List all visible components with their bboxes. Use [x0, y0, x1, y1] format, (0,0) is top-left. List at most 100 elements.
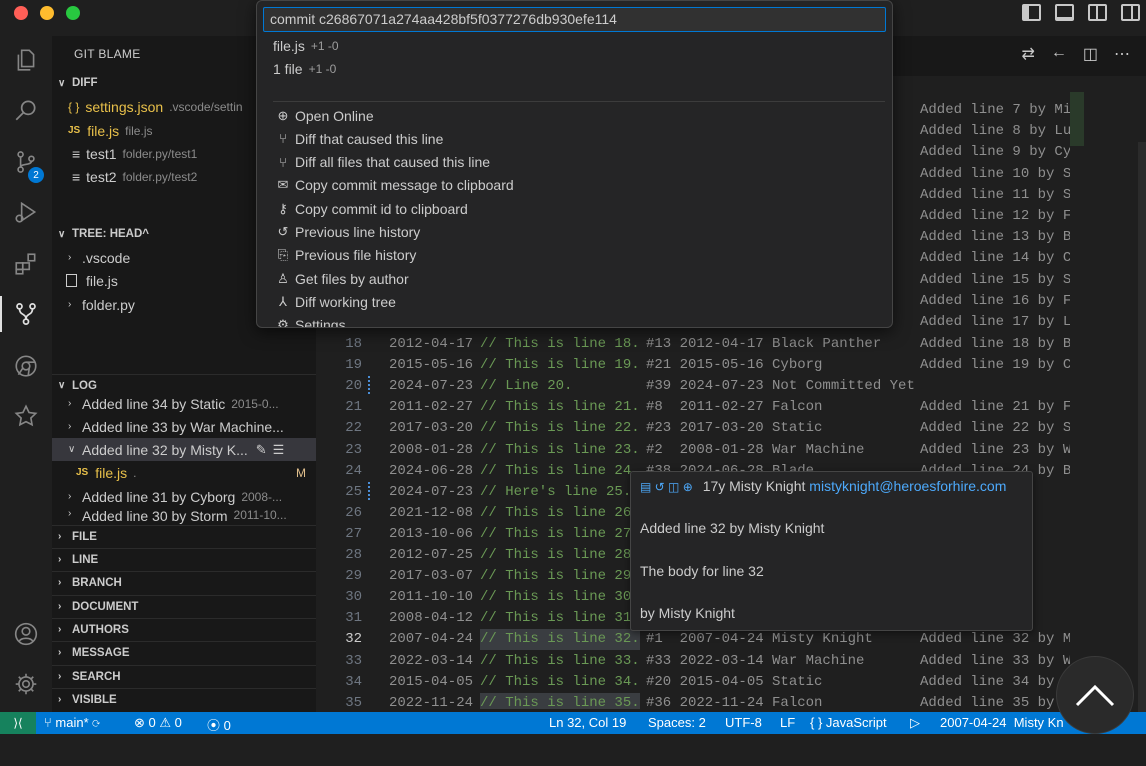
- chevron-down-icon: ∨: [58, 77, 66, 89]
- palette-separator: [273, 101, 885, 102]
- toggle-panel-icon[interactable]: [1055, 4, 1074, 21]
- gear-icon: ⚙: [277, 317, 289, 328]
- customize-layout-icon[interactable]: [1121, 4, 1140, 21]
- minimize-window-button[interactable]: [40, 6, 54, 20]
- line-date: 2024-07-23: [389, 378, 474, 395]
- search-icon[interactable]: [0, 86, 52, 134]
- go-back-icon[interactable]: ←: [1051, 44, 1067, 64]
- log-item-label: Added line 31 by Cyborg: [82, 488, 236, 505]
- quick-pick-palette: commit c26867071a274aa428bf5f0377276db93…: [256, 0, 893, 328]
- palette-action-item[interactable]: ⚙ Settings: [257, 314, 892, 328]
- annotation-text: Added line 9 by Cy: [920, 144, 1072, 161]
- close-window-button[interactable]: [14, 6, 28, 20]
- extensions-icon[interactable]: [0, 240, 52, 288]
- branch-status[interactable]: ⑂ main* ⟳: [44, 715, 100, 730]
- code-line[interactable]: 33 2022-03-14 // This is line 33. #33 2022-…: [316, 651, 1076, 672]
- globe-icon: ⊕: [277, 107, 289, 123]
- section-document[interactable]: › DOCUMENT: [52, 595, 316, 617]
- log-item[interactable]: › Added line 33 by War Machine...: [52, 415, 316, 438]
- section-authors[interactable]: › AUTHORS: [52, 618, 316, 640]
- hover-action-icons[interactable]: ▤ ↺ ◫ ⊕: [640, 480, 693, 494]
- palette-action-item[interactable]: ⎘ Previous file history: [257, 244, 892, 267]
- code-line[interactable]: 32 2007-04-24 // This is line 32. #1 2007-0…: [316, 629, 1076, 651]
- palette-action-item[interactable]: ⊕ Open Online: [257, 104, 892, 127]
- indentation[interactable]: Spaces: 2: [648, 715, 706, 730]
- edit-icon[interactable]: ✎: [256, 442, 267, 458]
- diff-item-name: file.js: [87, 122, 120, 139]
- log-item[interactable]: › Added line 30 by Storm 2011-10...: [52, 508, 316, 524]
- palette-file-row[interactable]: file.js +1 -0: [257, 34, 892, 57]
- remote-indicator-icon[interactable]: ⟩⟨: [0, 712, 36, 734]
- code-line[interactable]: 21 2011-02-27 // This is line 21. #8 2011-0…: [316, 397, 1076, 418]
- palette-action-item[interactable]: ⅄ Diff working tree: [257, 290, 892, 313]
- section-message[interactable]: › MESSAGE: [52, 641, 316, 663]
- encoding[interactable]: UTF-8: [725, 715, 762, 730]
- more-actions-icon[interactable]: ⋯: [1114, 44, 1130, 64]
- palette-action-item[interactable]: ⚷ Copy commit id to clipboard: [257, 197, 892, 220]
- inline-blame: #8 2011-02-27 Falcon: [646, 399, 823, 416]
- section-branch[interactable]: › BRANCH: [52, 571, 316, 593]
- toggle-primary-sidebar-icon[interactable]: [1022, 4, 1041, 21]
- section-file[interactable]: › FILE: [52, 525, 316, 547]
- palette-action-item[interactable]: ⑂ Diff all files that caused this line: [257, 151, 892, 174]
- language-mode[interactable]: { } JavaScript: [810, 715, 887, 730]
- blame-status[interactable]: 2007-04-24 Misty Kn: [940, 715, 1064, 730]
- star-icon[interactable]: [0, 392, 52, 440]
- hover-email-link[interactable]: mistyknight@heroesforhire.com: [809, 478, 1006, 494]
- inline-blame: #20 2015-04-05 Static: [646, 673, 823, 690]
- log-item[interactable]: › Added line 34 by Static 2015-0...: [52, 392, 316, 415]
- chevron-right-icon: ›: [58, 624, 62, 635]
- blame-hover-card: ▤ ↺ ◫ ⊕ 17y Misty Knight mistyknight@her…: [630, 471, 1033, 631]
- minimap[interactable]: [1070, 92, 1146, 712]
- section-search[interactable]: › SEARCH: [52, 665, 316, 687]
- annotation-text: Added line 18 by B: [920, 336, 1072, 352]
- accounts-icon[interactable]: [0, 610, 52, 658]
- section-visible[interactable]: › VISIBLE: [52, 688, 316, 710]
- problems-status[interactable]: ⊗ 0 ⚠ 0: [134, 715, 182, 731]
- section-line[interactable]: › LINE: [52, 548, 316, 570]
- palette-action-item[interactable]: ✉ Copy commit message to clipboard: [257, 174, 892, 197]
- section-label: AUTHORS: [72, 623, 129, 636]
- split-editor-icon[interactable]: ◫: [1083, 44, 1098, 64]
- code-line[interactable]: 19 2015-05-16 // This is line 19. #21 2015-…: [316, 355, 1076, 376]
- log-item[interactable]: › Added line 31 by Cyborg 2008-...: [52, 485, 316, 508]
- code-line[interactable]: 22 2017-03-20 // This is line 22. #23 2017-…: [316, 418, 1076, 439]
- palette-input[interactable]: commit c26867071a274aa428bf5f0377276db93…: [263, 7, 886, 32]
- zoom-window-button[interactable]: [66, 6, 80, 20]
- play-icon[interactable]: ▷: [910, 715, 920, 731]
- list-icon[interactable]: ☰: [273, 442, 285, 458]
- log-item-label: Added line 34 by Static: [82, 395, 226, 412]
- manage-gear-icon[interactable]: [0, 660, 52, 708]
- explorer-icon[interactable]: [0, 36, 52, 84]
- chrome-icon[interactable]: [0, 342, 52, 390]
- palette-files-count-row[interactable]: 1 file +1 -0: [257, 57, 892, 80]
- palette-action-item[interactable]: ↺ Previous line history: [257, 221, 892, 244]
- line-date: 2015-04-05: [389, 673, 474, 690]
- toggle-secondary-sidebar-icon[interactable]: [1088, 4, 1107, 21]
- log-item-selected[interactable]: ∨ Added line 32 by Misty K... ✎ ☰: [52, 438, 316, 461]
- code-line[interactable]: 34 2015-04-05 // This is line 34. #20 2015-…: [316, 672, 1076, 693]
- chevron-right-icon: ›: [68, 398, 72, 409]
- git-blame-icon[interactable]: [0, 290, 52, 338]
- palette-action-item[interactable]: ⑂ Diff that caused this line: [257, 127, 892, 150]
- ports-status[interactable]: ⦿ 0: [207, 715, 231, 734]
- line-date: 2012-07-25: [389, 547, 474, 563]
- palette-action-item[interactable]: ♙ Get files by author: [257, 267, 892, 290]
- ports-count: 0: [223, 718, 231, 733]
- chevron-down-icon: ∨: [68, 444, 76, 455]
- log-child-file[interactable]: JS file.js . M: [52, 461, 316, 484]
- scroll-to-top-button[interactable]: [1056, 656, 1134, 734]
- source-control-icon[interactable]: 2: [0, 138, 52, 186]
- git-compare-icon: ⑂: [279, 131, 287, 147]
- chevron-right-icon: ›: [58, 577, 62, 588]
- code-line[interactable]: 18 2012-04-17 // This is line 18. #13 2012-…: [316, 334, 1076, 355]
- annotation-text: Added line 12 by F: [920, 208, 1072, 224]
- cursor-position[interactable]: Ln 32, Col 19: [549, 715, 626, 730]
- code-line[interactable]: 23 2008-01-28 // This is line 23. #2 2008-0…: [316, 440, 1076, 461]
- open-changes-icon[interactable]: ⇄: [1021, 44, 1034, 64]
- code-line[interactable]: 20 2024-07-23 // Line 20. #39 2024-07-23 No…: [316, 376, 1076, 397]
- run-debug-icon[interactable]: [0, 188, 52, 236]
- mail-icon: ✉: [277, 177, 289, 193]
- line-ending[interactable]: LF: [780, 715, 795, 730]
- code-line[interactable]: 35 2022-11-24 // This is line 35. #36 2022-…: [316, 692, 1076, 709]
